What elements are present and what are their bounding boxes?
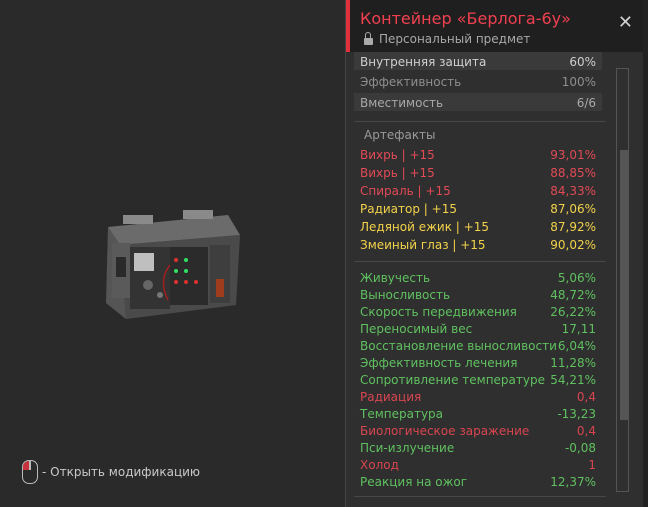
stat-row-value: 60% [569, 54, 596, 69]
effect-row-label: Пси-излучение [360, 440, 455, 455]
effect-row-value: 26,22% [550, 304, 596, 319]
effect-row-value: -0,08 [564, 440, 596, 455]
effect-row: Восстановление выносливости 6,04% [360, 337, 596, 354]
container-image [106, 210, 240, 319]
effect-row-value: 54,21% [550, 372, 596, 387]
effect-row-label: Выносливость [360, 287, 451, 302]
effect-row-label: Реакция на ожог [360, 474, 468, 489]
effect-row: Холод 1 [360, 456, 596, 473]
effect-row-label: Биологическое заражение [360, 423, 530, 438]
item-info-panel: Контейнер «Берлога-6у» Персональный пред… [346, 0, 643, 507]
right-edge [643, 0, 648, 507]
stat-row: Внутренняя защита 60% [360, 53, 596, 70]
artifact-row-label: Ледяной ежик | +15 [360, 219, 489, 234]
effect-row: Сопротивление температуре 54,21% [360, 371, 596, 388]
artifact-row-value: 87,06% [550, 201, 596, 216]
effect-row: Пси-излучение -0,08 [360, 439, 596, 456]
lock-icon [364, 31, 373, 45]
effect-row-label: Радиация [360, 389, 422, 404]
artifact-row-label: Радиатор | +15 [360, 201, 457, 216]
effect-row-value: 11,28% [550, 355, 596, 370]
effect-row-value: 0,4 [576, 389, 596, 404]
effect-row-value: 17,11 [561, 321, 596, 336]
effect-row: Реакция на ожог 12,37% [360, 473, 596, 490]
effect-row: Биологическое заражение 0,4 [360, 422, 596, 439]
artifact-row: Ледяной ежик | +15 87,92% [360, 218, 596, 235]
effect-row: Температура -13,23 [360, 405, 596, 422]
artifact-row: Змеиный глаз | +15 90,02% [360, 236, 596, 253]
effect-row-label: Переносимый вес [360, 321, 473, 336]
effect-row-label: Холод [360, 457, 399, 472]
artifact-row-value: 84,33% [550, 183, 596, 198]
stat-row-value: 6/6 [576, 95, 596, 110]
item-title: Контейнер «Берлога-6у» [360, 9, 571, 28]
effect-row-label: Скорость передвижения [360, 304, 517, 319]
divider [354, 261, 606, 262]
stat-row: Вместимость 6/6 [360, 94, 596, 111]
effect-row-value: 0,4 [576, 423, 596, 438]
open-modification-label: - Открыть модификацию [42, 465, 201, 479]
effect-row: Эффективность лечения 11,28% [360, 354, 596, 371]
effect-row: Радиация 0,4 [360, 388, 596, 405]
effect-row-value: -13,23 [557, 406, 596, 421]
divider [354, 496, 606, 497]
stat-row-label: Вместимость [360, 95, 444, 110]
artifacts-title: Артефакты [364, 128, 436, 142]
effect-row-value: 6,04% [557, 338, 596, 353]
item-subtitle-label: Персональный предмет [379, 32, 531, 46]
effect-row-value: 5,06% [557, 270, 596, 285]
stat-row-label: Эффективность [360, 74, 462, 89]
item-header: Контейнер «Берлога-6у» Персональный пред… [346, 0, 643, 52]
artifact-row-value: 93,01% [550, 147, 596, 162]
effect-row: Выносливость 48,72% [360, 286, 596, 303]
artifact-row: Спираль | +15 84,33% [360, 182, 596, 199]
item-subtitle: Персональный предмет [364, 31, 531, 46]
effect-row-label: Эффективность лечения [360, 355, 518, 370]
stat-row: Эффективность 100% [360, 73, 596, 90]
effect-row: Скорость передвижения 26,22% [360, 303, 596, 320]
effect-row-label: Восстановление выносливости [360, 338, 557, 353]
open-modification-hint[interactable]: - Открыть модификацию [22, 460, 200, 484]
effect-row-label: Живучесть [360, 270, 431, 285]
mouse-left-click-icon [22, 460, 38, 484]
scrollbar-thumb[interactable] [620, 150, 628, 420]
artifact-row: Радиатор | +15 87,06% [360, 200, 596, 217]
artifact-row-value: 90,02% [550, 237, 596, 252]
effect-row: Живучесть 5,06% [360, 269, 596, 286]
artifact-row-label: Вихрь | +15 [360, 165, 435, 180]
artifact-row: Вихрь | +15 93,01% [360, 146, 596, 163]
stat-row-label: Внутренняя защита [360, 54, 487, 69]
artifact-row-label: Змеиный глаз | +15 [360, 237, 486, 252]
artifact-row: Вихрь | +15 88,85% [360, 164, 596, 181]
effect-row-value: 1 [588, 457, 596, 472]
divider [354, 121, 606, 122]
artifact-row-value: 87,92% [550, 219, 596, 234]
close-icon[interactable]: ✕ [618, 12, 633, 33]
effect-row-label: Температура [360, 406, 444, 421]
artifact-row-label: Вихрь | +15 [360, 147, 435, 162]
effect-row-value: 48,72% [550, 287, 596, 302]
effect-row-label: Сопротивление температуре [360, 372, 545, 387]
item-preview-area: - Открыть модификацию [0, 0, 346, 507]
artifact-row-label: Спираль | +15 [360, 183, 451, 198]
effect-row-value: 12,37% [550, 474, 596, 489]
artifact-row-value: 88,85% [550, 165, 596, 180]
stat-row-value: 100% [561, 74, 596, 89]
effect-row: Переносимый вес 17,11 [360, 320, 596, 337]
